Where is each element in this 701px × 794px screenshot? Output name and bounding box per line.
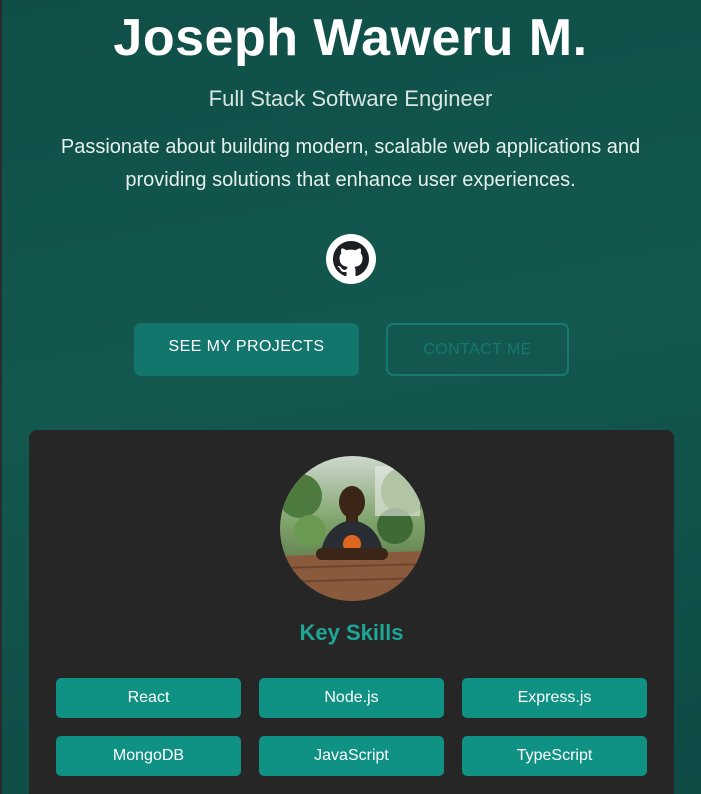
hero-name: Joseph Waweru M. — [113, 9, 588, 67]
window-left-edge — [0, 0, 2, 794]
skill-badge-expressjs: Express.js — [462, 678, 647, 718]
contact-me-button[interactable]: CONTACT ME — [386, 323, 569, 376]
hero-role: Full Stack Software Engineer — [208, 86, 493, 111]
skill-badge-typescript: TypeScript — [462, 736, 647, 776]
see-projects-button[interactable]: SEE MY PROJECTS — [134, 323, 359, 376]
skill-badge-javascript: JavaScript — [259, 736, 444, 776]
skills-card: Key Skills React Node.js Express.js Mong… — [29, 430, 674, 794]
avatar-image — [280, 456, 425, 601]
skill-badge-nodejs: Node.js — [259, 678, 444, 718]
github-link[interactable] — [326, 234, 376, 284]
skill-badge-mongodb: MongoDB — [56, 736, 241, 776]
github-icon — [333, 241, 369, 277]
skill-badge-react: React — [56, 678, 241, 718]
profile-photo — [280, 456, 425, 601]
skills-heading: Key Skills — [299, 620, 404, 645]
hero-tagline: Passionate about building modern, scalab… — [60, 136, 641, 191]
